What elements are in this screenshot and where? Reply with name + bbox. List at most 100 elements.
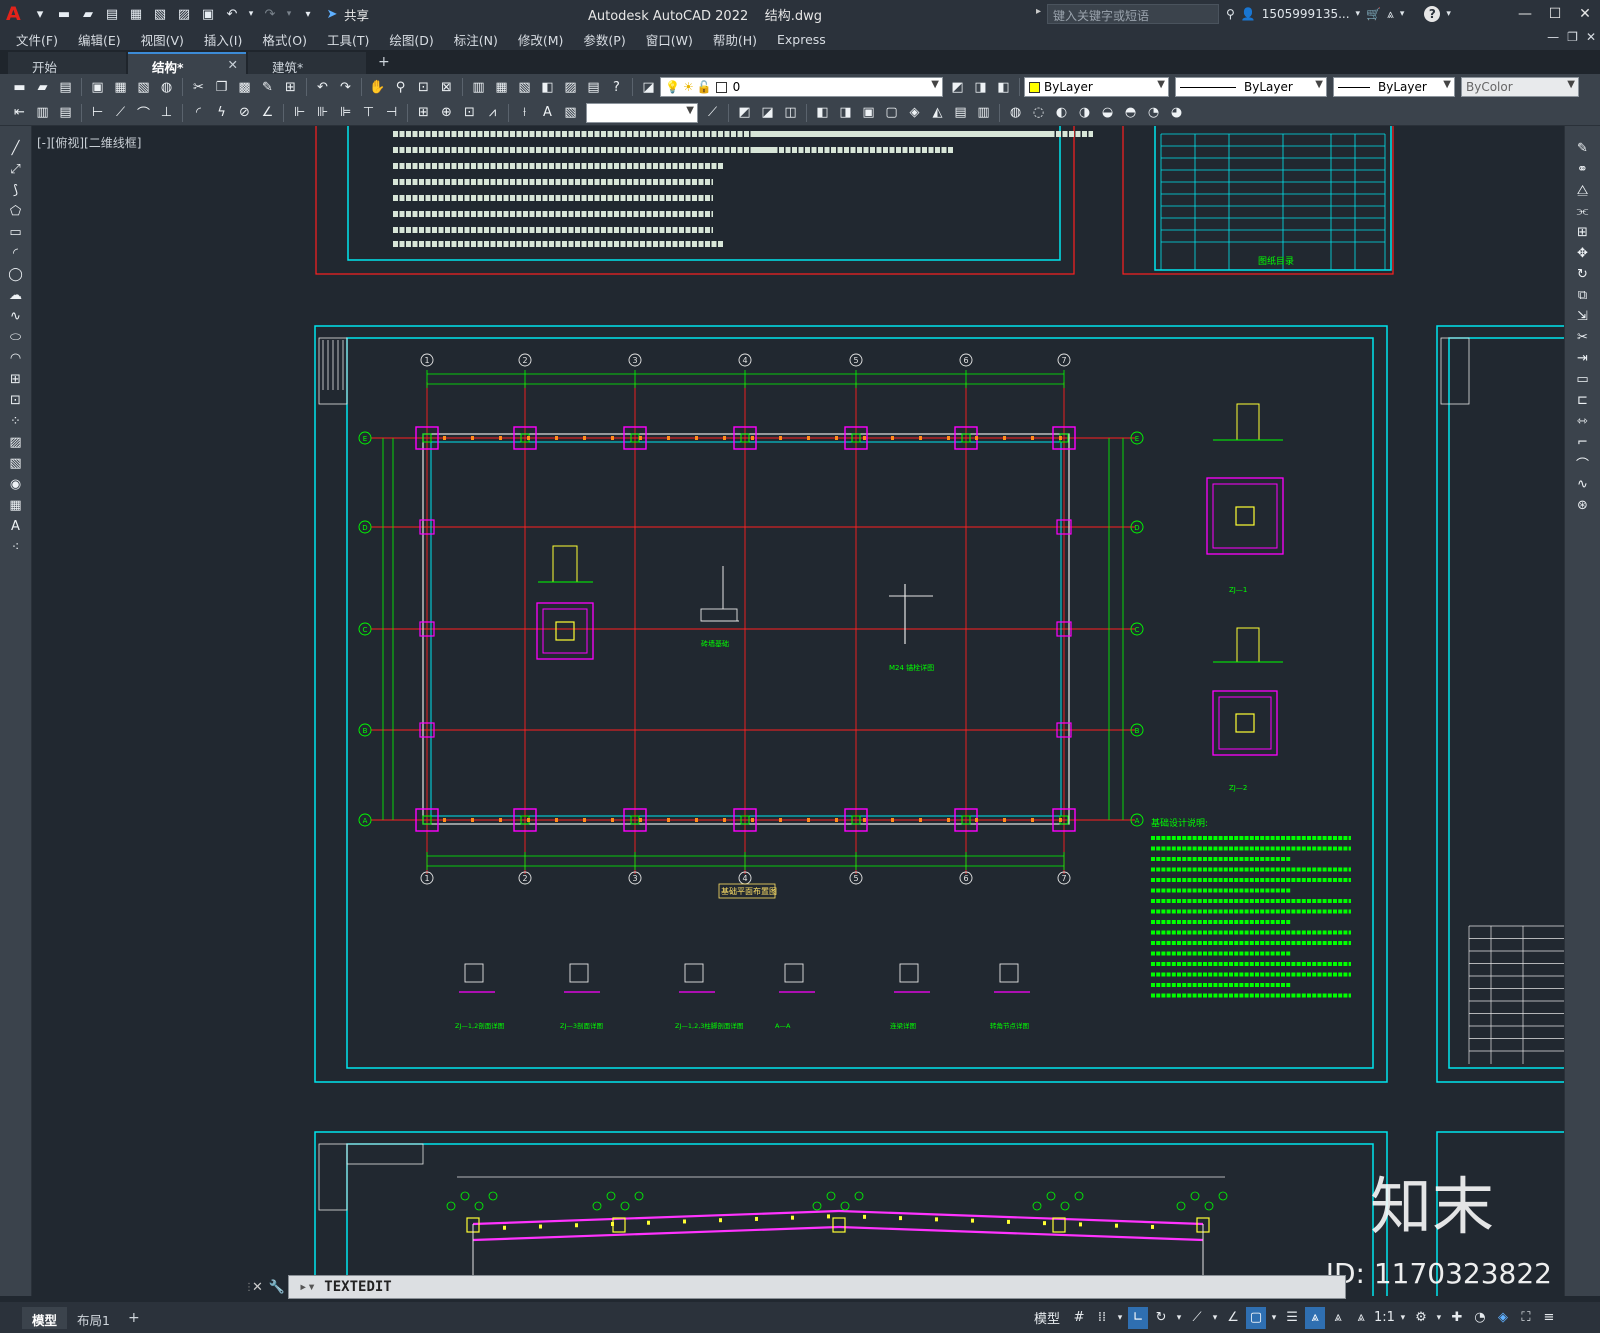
clean-screen-icon[interactable]: ⛶	[1516, 1307, 1536, 1329]
layer-dropdown[interactable]: 💡 ☀ 🔓 0 ▼	[660, 77, 943, 97]
help-icon[interactable]: ?	[606, 77, 627, 98]
cut-icon[interactable]: ✂	[188, 77, 209, 98]
line-icon[interactable]: ╱	[6, 138, 26, 158]
exchange-icon[interactable]: ⩓	[1387, 7, 1394, 22]
doc-close-icon[interactable]: ✕	[1586, 30, 1596, 44]
plot-preview-icon[interactable]: ▦	[110, 77, 131, 98]
make-block-icon[interactable]: ⊡	[6, 390, 26, 410]
lineweight-dropdown[interactable]: ByLayer ▼	[1333, 77, 1455, 97]
block-editor-icon[interactable]: ⊞	[280, 77, 301, 98]
ortho-mode-icon[interactable]: ∟	[1128, 1306, 1149, 1329]
chevron-down-icon[interactable]: ▼	[1443, 79, 1451, 90]
inspect-icon[interactable]: ⊡	[459, 102, 480, 123]
menu-window[interactable]: 窗口(W)	[636, 30, 703, 49]
app-menu-chevron-icon[interactable]: ▾	[31, 5, 49, 23]
zoom-previous-icon[interactable]: ⊠	[436, 77, 457, 98]
publish-icon[interactable]: ▧	[151, 5, 169, 23]
osnap-dropdown-icon[interactable]: ▾	[1269, 1307, 1279, 1329]
tab-architecture[interactable]: 建筑*	[248, 52, 366, 75]
hatch-icon[interactable]: ▨	[6, 432, 26, 452]
redo-dropdown-icon[interactable]: ▾	[285, 5, 293, 23]
add-selected-icon[interactable]: ⁖	[6, 537, 26, 557]
plot-icon[interactable]: ▣	[87, 77, 108, 98]
quick-dim-icon[interactable]: ⇤	[9, 102, 30, 123]
circle-icon[interactable]: ◯	[6, 264, 26, 284]
dim-edit-icon[interactable]: ⟊	[514, 102, 535, 123]
ellipse-icon[interactable]: ⬭	[6, 327, 26, 347]
3d-print-icon[interactable]: ◍	[156, 77, 177, 98]
menu-draw[interactable]: 绘图(D)	[379, 30, 443, 49]
table-icon[interactable]: ▦	[6, 495, 26, 515]
customize-quick-access-icon[interactable]: ▾	[299, 5, 317, 23]
continue-dim-icon[interactable]: ⊫	[335, 102, 356, 123]
spline-icon[interactable]: ∿	[6, 306, 26, 326]
lightbulb-icon[interactable]: 💡	[665, 80, 680, 94]
move-faces-icon[interactable]: ◨	[835, 102, 856, 123]
paste-icon[interactable]: ▩	[234, 77, 255, 98]
subtract-icon[interactable]: ◪	[757, 102, 778, 123]
menu-format[interactable]: 格式(O)	[252, 30, 317, 49]
properties-icon[interactable]: ▥	[468, 77, 489, 98]
offset-faces-icon[interactable]: ▣	[858, 102, 879, 123]
menu-tools[interactable]: 工具(T)	[317, 30, 379, 49]
insert-block-icon[interactable]: ⊞	[6, 369, 26, 389]
sheet-set-icon[interactable]: ◧	[537, 77, 558, 98]
add-layout-icon[interactable]: +	[120, 1310, 148, 1326]
dim-style-manager-icon[interactable]: ⟋	[702, 102, 723, 123]
calculator-icon[interactable]: ▤	[583, 77, 604, 98]
linear-dim-icon[interactable]: ⊢	[87, 102, 108, 123]
search-input[interactable]: 键入关键字或短语	[1047, 4, 1219, 24]
cart-icon[interactable]: 🛒	[1366, 7, 1381, 21]
user-icon[interactable]: 👤	[1241, 7, 1256, 21]
polygon-icon[interactable]: ⬠	[6, 201, 26, 221]
rectangle-icon[interactable]: ▭	[6, 222, 26, 242]
exchange-dropdown-icon[interactable]: ▾	[1400, 9, 1405, 19]
markup-icon[interactable]: ▨	[560, 77, 581, 98]
construction-line-icon[interactable]: ⤢	[6, 159, 26, 179]
interfere-icon[interactable]: ◕	[1166, 102, 1187, 123]
save-icon[interactable]: ▤	[55, 77, 76, 98]
fillet-icon[interactable]: ⌒	[1573, 453, 1593, 473]
chevron-down-icon[interactable]: ▼	[1567, 79, 1575, 90]
copy-faces-icon[interactable]: ▤	[950, 102, 971, 123]
section-icon[interactable]: ◔	[1143, 102, 1164, 123]
color-dropdown[interactable]: ByLayer ▼	[1024, 77, 1169, 97]
dim-space-icon[interactable]: ⊤	[358, 102, 379, 123]
jogged-linear-icon[interactable]: ⩘	[482, 102, 503, 123]
units-icon[interactable]: ◔	[1470, 1307, 1490, 1329]
help-dropdown-icon[interactable]: ▾	[1446, 9, 1451, 19]
customization-menu-icon[interactable]: ≡	[1539, 1307, 1559, 1329]
auto-scale-icon[interactable]: ⩓	[1328, 1307, 1348, 1329]
annotation-scale-icon[interactable]: ⩓	[1351, 1307, 1371, 1329]
layer-lock-icon[interactable]: 🔓	[697, 80, 712, 94]
arc-length-icon[interactable]: ⌒	[133, 102, 154, 123]
break-at-point-icon[interactable]: ▭	[1573, 369, 1593, 389]
command-input[interactable]: ▸▾ TEXTEDIT	[288, 1275, 1346, 1299]
maximize-icon[interactable]: ☐	[1540, 6, 1570, 22]
dim-break-icon[interactable]: ⊣	[381, 102, 402, 123]
point-icon[interactable]: ⁘	[6, 411, 26, 431]
zoom-realtime-icon[interactable]: ⚲	[390, 77, 411, 98]
check-icon[interactable]: ◒	[1097, 102, 1118, 123]
copy-object-icon[interactable]: ⚭	[1573, 159, 1593, 179]
menu-insert[interactable]: 插入(I)	[194, 30, 252, 49]
stretch-icon[interactable]: ⇲	[1573, 306, 1593, 326]
extend-icon[interactable]: ⇥	[1573, 348, 1593, 368]
baseline-dim-icon[interactable]: ⊪	[312, 102, 333, 123]
break-icon[interactable]: ⊏	[1573, 390, 1593, 410]
pan-icon[interactable]: ✋	[367, 77, 388, 98]
tolerance-icon[interactable]: ⊞	[413, 102, 434, 123]
new-file-icon[interactable]: ▬	[55, 5, 73, 23]
redo-icon[interactable]: ↷	[261, 5, 279, 23]
delete-faces-icon[interactable]: ▢	[881, 102, 902, 123]
object-snap-icon[interactable]: ▢	[1246, 1306, 1267, 1329]
autocad-logo-icon[interactable]: A	[6, 3, 28, 25]
taper-faces-icon[interactable]: ◭	[927, 102, 948, 123]
layer-properties-icon[interactable]: ◪	[638, 77, 659, 98]
new-tab-plus-icon[interactable]: +	[368, 52, 400, 74]
zoom-window-icon[interactable]: ⊡	[413, 77, 434, 98]
ellipse-arc-icon[interactable]: ◠	[6, 348, 26, 368]
explode-icon[interactable]: ⊛	[1573, 495, 1593, 515]
model-space-button[interactable]: 模型	[1034, 1308, 1060, 1327]
aligned-dim-icon[interactable]: ⟋	[110, 102, 131, 123]
